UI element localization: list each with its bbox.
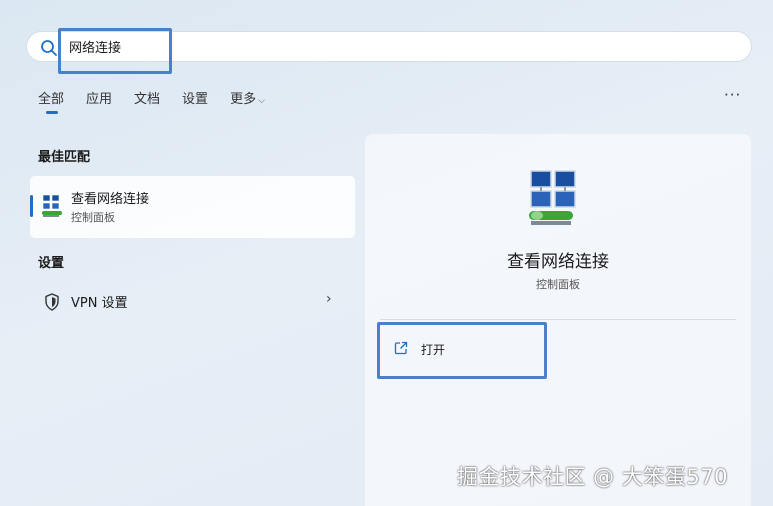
detail-panel: 查看网络连接 控制面板 打开 <box>365 134 751 506</box>
search-icon <box>41 40 57 56</box>
open-label: 打开 <box>421 343 446 357</box>
filter-tabs: 全部 应用 文档 设置 更多 ⌵ <box>38 88 287 114</box>
network-connections-icon <box>42 194 62 217</box>
more-options-button[interactable]: ··· <box>724 86 741 104</box>
tab-more-label: 更多 <box>230 92 257 107</box>
external-link-icon <box>394 341 408 355</box>
search-bar[interactable] <box>26 31 752 62</box>
best-match-title: 查看网络连接 <box>71 192 150 207</box>
open-button[interactable]: 打开 <box>385 332 555 366</box>
vpn-settings-label: VPN 设置 <box>71 296 128 311</box>
search-input[interactable] <box>69 32 709 61</box>
detail-subtitle: 控制面板 <box>536 278 580 291</box>
best-match-item[interactable]: 查看网络连接 控制面板 <box>30 176 355 238</box>
chevron-down-icon: ⌵ <box>258 96 265 106</box>
tab-documents[interactable]: 文档 <box>134 88 160 107</box>
tab-more[interactable]: 更多 ⌵ <box>230 88 265 107</box>
best-match-heading: 最佳匹配 <box>38 150 91 165</box>
detail-title: 查看网络连接 <box>507 252 609 272</box>
tab-apps[interactable]: 应用 <box>86 88 112 107</box>
divider <box>380 319 736 320</box>
shield-icon <box>45 293 59 311</box>
best-match-subtitle: 控制面板 <box>71 211 115 224</box>
tab-settings[interactable]: 设置 <box>182 88 208 107</box>
selection-indicator <box>30 195 33 217</box>
settings-heading: 设置 <box>38 256 65 271</box>
network-connections-icon <box>529 170 576 225</box>
chevron-right-icon: › <box>326 291 332 307</box>
watermark: 掘金技术社区 @ 大笨蛋570 <box>457 465 728 489</box>
vpn-settings-item[interactable]: VPN 设置 › <box>30 282 355 320</box>
tab-all[interactable]: 全部 <box>38 88 64 114</box>
